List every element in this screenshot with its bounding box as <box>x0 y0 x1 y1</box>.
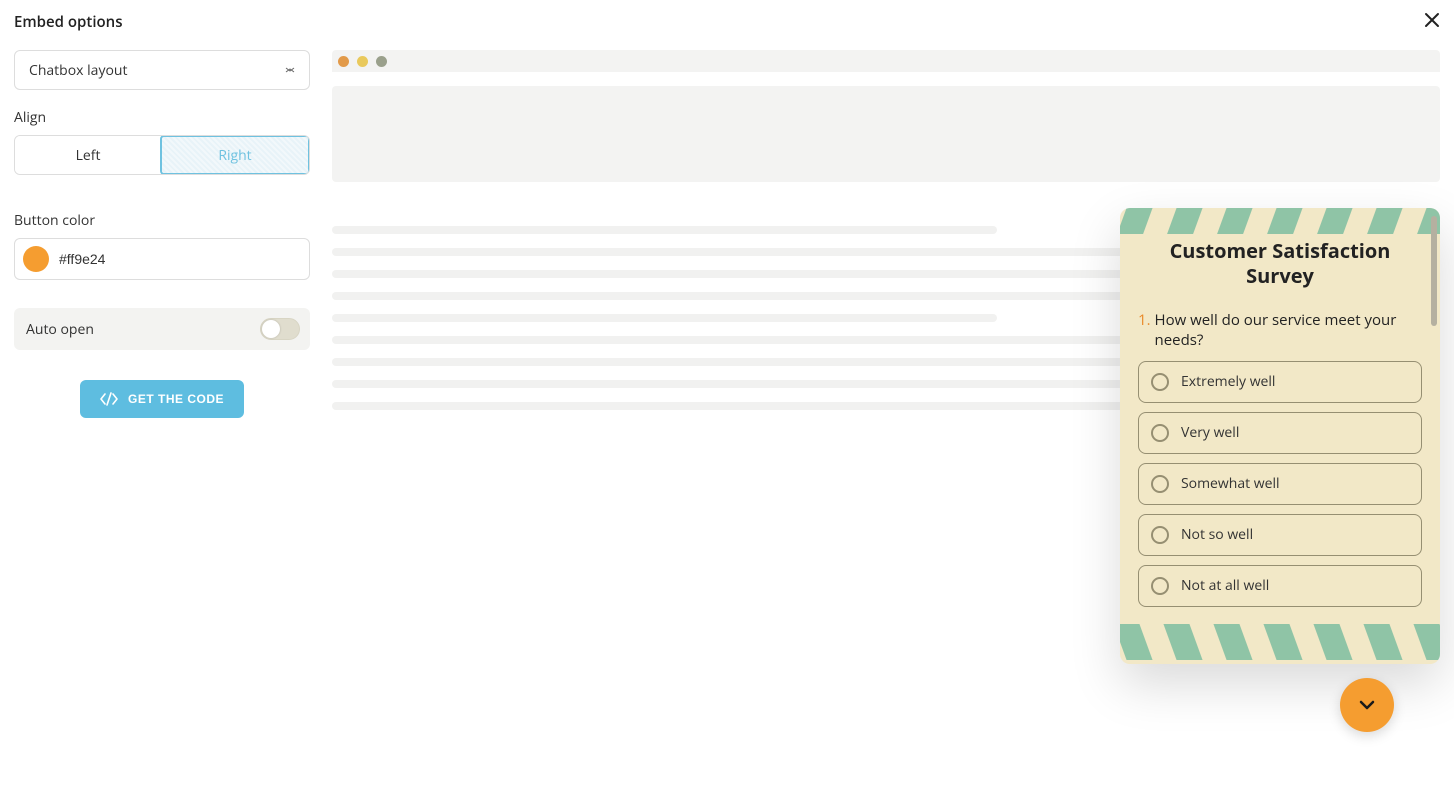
radio-icon <box>1151 475 1169 493</box>
align-segmented: Left Right <box>14 135 310 175</box>
align-left-button[interactable]: Left <box>15 136 161 174</box>
survey-option[interactable]: Very well <box>1138 412 1422 454</box>
question-number: 1. <box>1138 310 1151 351</box>
option-label: Very well <box>1181 423 1239 442</box>
placeholder-line <box>332 226 997 234</box>
placeholder-hero <box>332 86 1440 182</box>
preview-window-chrome <box>332 50 1440 72</box>
chatbox-toggle-button[interactable] <box>1340 678 1394 732</box>
survey-option[interactable]: Somewhat well <box>1138 463 1422 505</box>
scrollbar[interactable] <box>1431 216 1437 326</box>
close-icon <box>1424 12 1440 28</box>
survey-option[interactable]: Extremely well <box>1138 361 1422 403</box>
code-icon <box>100 392 118 406</box>
option-label: Somewhat well <box>1181 474 1280 493</box>
option-label: Extremely well <box>1181 372 1275 391</box>
layout-dropdown[interactable]: Chatbox layout <box>14 50 310 90</box>
chevron-down-icon <box>1357 695 1377 715</box>
question-text: How well do our service meet your needs? <box>1155 310 1422 351</box>
survey-chatbox: Customer Satisfaction Survey 1. How well… <box>1120 208 1440 664</box>
preview-pane: Customer Satisfaction Survey 1. How well… <box>332 50 1440 424</box>
option-label: Not so well <box>1181 525 1253 544</box>
get-code-label: GET THE CODE <box>128 392 224 406</box>
decorative-stripes-icon <box>1120 208 1440 234</box>
window-dot-icon <box>357 56 368 67</box>
get-code-button[interactable]: GET THE CODE <box>80 380 244 418</box>
survey-title: Customer Satisfaction Survey <box>1120 234 1440 288</box>
radio-icon <box>1151 577 1169 595</box>
button-color-field[interactable] <box>14 238 310 280</box>
radio-icon <box>1151 526 1169 544</box>
layout-dropdown-value: Chatbox layout <box>29 61 127 80</box>
auto-open-row: Auto open <box>14 308 310 350</box>
color-swatch[interactable] <box>23 246 49 272</box>
align-label: Align <box>14 108 310 127</box>
placeholder-line <box>332 314 997 322</box>
toggle-knob <box>262 320 280 338</box>
option-label: Not at all well <box>1181 576 1269 595</box>
auto-open-toggle[interactable] <box>260 318 300 340</box>
radio-icon <box>1151 424 1169 442</box>
radio-icon <box>1151 373 1169 391</box>
page-title: Embed options <box>14 12 123 32</box>
survey-option[interactable]: Not at all well <box>1138 565 1422 607</box>
align-right-button[interactable]: Right <box>160 135 310 175</box>
close-button[interactable] <box>1424 12 1440 28</box>
button-color-label: Button color <box>14 211 310 230</box>
survey-option[interactable]: Not so well <box>1138 514 1422 556</box>
chevron-down-icon <box>285 65 295 75</box>
auto-open-label: Auto open <box>26 320 94 339</box>
window-dot-icon <box>338 56 349 67</box>
color-input[interactable] <box>59 251 301 267</box>
window-dot-icon <box>376 56 387 67</box>
decorative-stripes-icon <box>1120 624 1440 664</box>
